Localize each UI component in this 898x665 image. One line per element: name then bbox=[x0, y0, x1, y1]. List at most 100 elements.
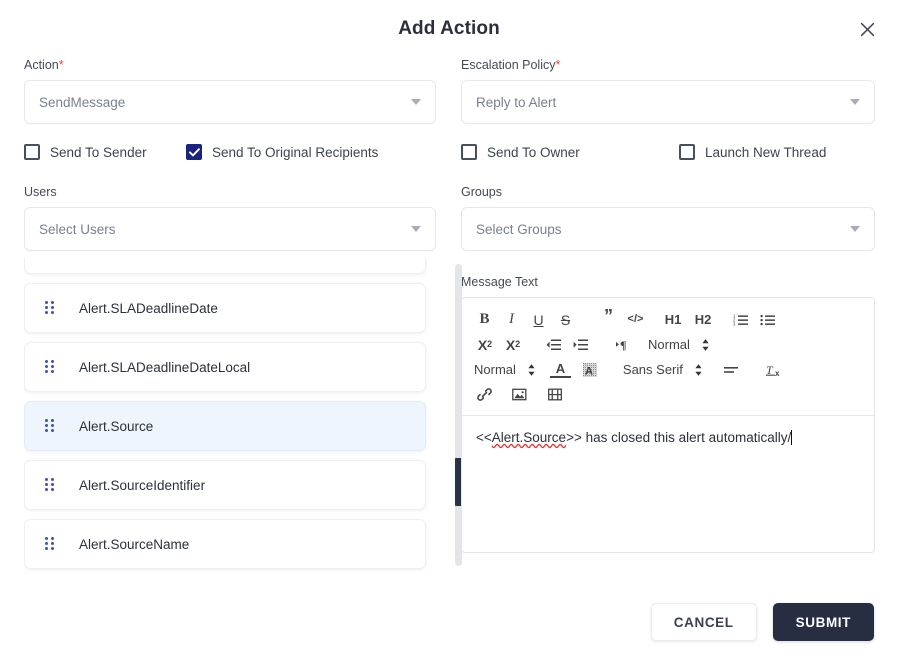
checkbox-box bbox=[679, 144, 695, 160]
drag-handle-icon[interactable] bbox=[45, 478, 55, 492]
text-direction-icon[interactable]: ¶ bbox=[613, 334, 633, 355]
line-height-select-value: Normal bbox=[648, 337, 690, 352]
list-item-label: Alert.SLADeadlineDate bbox=[79, 301, 218, 316]
checkbox-label: Send To Sender bbox=[50, 145, 147, 160]
align-icon[interactable] bbox=[721, 359, 742, 380]
escalation-policy-label: Escalation Policy* bbox=[461, 58, 875, 72]
add-action-dialog: Add Action Action* SendMessage Se bbox=[0, 0, 898, 665]
text-caret bbox=[791, 430, 792, 445]
svg-text:A: A bbox=[585, 365, 593, 377]
font-size-select[interactable]: Normal bbox=[474, 362, 536, 377]
drag-handle-icon[interactable] bbox=[45, 537, 55, 551]
font-family-select[interactable]: Sans Serif bbox=[623, 362, 703, 377]
action-required-mark: * bbox=[59, 58, 64, 72]
line-height-select[interactable]: Normal bbox=[648, 337, 710, 352]
superscript-icon[interactable]: X2 bbox=[502, 334, 524, 355]
checkbox-label: Launch New Thread bbox=[705, 145, 826, 160]
list-item[interactable]: Alert.SourceName bbox=[24, 519, 426, 569]
font-family-select-value: Sans Serif bbox=[623, 362, 683, 377]
checkbox-label: Send To Owner bbox=[487, 145, 580, 160]
checkbox-send-to-sender[interactable]: Send To Sender bbox=[24, 144, 186, 160]
bullet-list-icon[interactable] bbox=[757, 309, 778, 330]
close-icon[interactable] bbox=[854, 16, 880, 42]
groups-label: Groups bbox=[461, 185, 875, 199]
toolbar-row-4 bbox=[474, 382, 866, 407]
escalation-policy-required-mark: * bbox=[556, 58, 561, 72]
list-item[interactable] bbox=[24, 258, 426, 274]
list-item[interactable]: Alert.SLADeadlineDate bbox=[24, 283, 426, 333]
chevron-down-icon bbox=[411, 226, 421, 232]
action-label-text: Action bbox=[24, 58, 59, 72]
ordered-list-icon[interactable]: 1 2 3 bbox=[730, 309, 751, 330]
background-color-icon[interactable]: A bbox=[580, 359, 601, 380]
groups-select-placeholder: Select Groups bbox=[476, 222, 562, 237]
submit-button[interactable]: SUBMIT bbox=[773, 603, 874, 641]
list-item-label: Alert.SLADeadlineDateLocal bbox=[79, 360, 250, 375]
outdent-icon[interactable] bbox=[543, 334, 564, 355]
dialog-footer: CANCEL SUBMIT bbox=[651, 603, 874, 641]
message-text-input[interactable]: <<Alert.Source>> has closed this alert a… bbox=[462, 416, 874, 552]
subscript-icon[interactable]: X2 bbox=[474, 334, 496, 355]
checkbox-launch-new-thread[interactable]: Launch New Thread bbox=[679, 144, 826, 160]
message-token-prefix: << bbox=[476, 430, 492, 445]
list-item-selected[interactable]: Alert.Source bbox=[24, 401, 426, 451]
users-select-placeholder: Select Users bbox=[39, 222, 116, 237]
blockquote-icon[interactable]: ” bbox=[598, 309, 619, 330]
underline-icon[interactable]: U bbox=[528, 309, 549, 330]
checkbox-box bbox=[461, 144, 477, 160]
strikethrough-icon[interactable]: S bbox=[555, 309, 576, 330]
right-checkbox-row: Send To Owner Launch New Thread bbox=[461, 142, 875, 162]
checkbox-send-to-original-recipients[interactable]: Send To Original Recipients bbox=[186, 144, 378, 160]
list-item[interactable]: Alert.SourceIdentifier bbox=[24, 460, 426, 510]
token-list: Alert.SLADeadlineDate Alert.SLADeadlineD… bbox=[24, 258, 426, 572]
drag-handle-icon[interactable] bbox=[45, 360, 55, 374]
toolbar-row-1: B I U S ” </> H1 H2 1 bbox=[474, 307, 866, 332]
text-color-icon[interactable]: A bbox=[550, 362, 571, 378]
svg-text:x: x bbox=[775, 369, 780, 377]
font-size-select-value: Normal bbox=[474, 362, 516, 377]
svg-text:¶: ¶ bbox=[620, 338, 626, 351]
updown-arrows-icon bbox=[527, 363, 536, 377]
escalation-policy-select[interactable]: Reply to Alert bbox=[461, 80, 875, 124]
checkbox-label: Send To Original Recipients bbox=[212, 145, 378, 160]
action-label: Action* bbox=[24, 58, 436, 72]
heading-2-icon[interactable]: H2 bbox=[691, 309, 715, 330]
escalation-policy-label-text: Escalation Policy bbox=[461, 58, 556, 72]
heading-1-icon[interactable]: H1 bbox=[661, 309, 685, 330]
groups-select[interactable]: Select Groups bbox=[461, 207, 875, 251]
message-text-editor: B I U S ” </> H1 H2 1 bbox=[461, 297, 875, 553]
indent-icon[interactable] bbox=[570, 334, 591, 355]
action-select-value: SendMessage bbox=[39, 95, 125, 110]
action-select[interactable]: SendMessage bbox=[24, 80, 436, 124]
drag-handle-icon[interactable] bbox=[45, 301, 55, 315]
clear-format-icon[interactable]: T x bbox=[764, 359, 785, 380]
chevron-down-icon bbox=[850, 99, 860, 105]
checkbox-send-to-owner[interactable]: Send To Owner bbox=[461, 144, 679, 160]
drag-handle-icon[interactable] bbox=[45, 419, 55, 433]
image-icon[interactable] bbox=[509, 384, 530, 405]
editor-toolbar: B I U S ” </> H1 H2 1 bbox=[462, 298, 874, 416]
toolbar-row-2: X2 X2 bbox=[474, 332, 866, 357]
updown-arrows-icon bbox=[701, 338, 710, 352]
list-item[interactable]: Alert.SLADeadlineDateLocal bbox=[24, 342, 426, 392]
escalation-policy-select-value: Reply to Alert bbox=[476, 95, 556, 110]
list-item-label: Alert.SourceName bbox=[79, 537, 189, 552]
dialog-body: Action* SendMessage Send To Sender Se bbox=[0, 58, 898, 593]
left-column: Action* SendMessage Send To Sender Se bbox=[24, 58, 436, 572]
message-token-suffix: >> bbox=[566, 430, 582, 445]
cancel-button[interactable]: CANCEL bbox=[651, 603, 757, 641]
users-label: Users bbox=[24, 185, 436, 199]
video-icon[interactable] bbox=[544, 384, 565, 405]
dialog-header: Add Action bbox=[0, 0, 898, 58]
code-block-icon[interactable]: </> bbox=[625, 309, 646, 330]
checkbox-box bbox=[24, 144, 40, 160]
left-checkbox-row: Send To Sender Send To Original Recipien… bbox=[24, 142, 436, 162]
token-list-container: Alert.SLADeadlineDate Alert.SLADeadlineD… bbox=[24, 258, 436, 572]
message-text-label: Message Text bbox=[461, 275, 875, 289]
link-icon[interactable] bbox=[474, 384, 495, 405]
italic-icon[interactable]: I bbox=[501, 309, 522, 330]
bold-icon[interactable]: B bbox=[474, 309, 495, 330]
users-select[interactable]: Select Users bbox=[24, 207, 436, 251]
list-item-label: Alert.Source bbox=[79, 419, 153, 434]
message-body-text: has closed this alert automatically/ bbox=[582, 430, 791, 445]
